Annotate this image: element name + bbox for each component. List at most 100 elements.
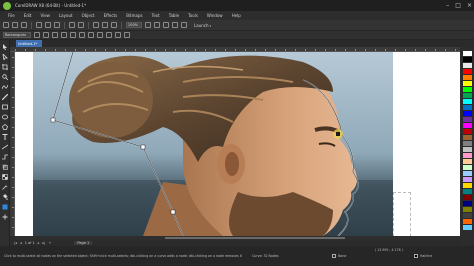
palette-swatch[interactable]: [463, 117, 472, 122]
options-icon[interactable]: [181, 22, 187, 28]
palette-swatch[interactable]: [463, 213, 472, 218]
to-curve-icon[interactable]: [79, 32, 85, 38]
to-line-icon[interactable]: [70, 32, 76, 38]
smart-fill-tool-icon[interactable]: [2, 204, 8, 210]
menu-effects[interactable]: Effects: [104, 13, 118, 18]
parallel-dimension-tool-icon[interactable]: [2, 144, 8, 150]
text-tool-icon[interactable]: [2, 134, 8, 140]
drawing-canvas[interactable]: [15, 52, 460, 236]
export-icon[interactable]: [102, 22, 108, 28]
palette-swatch[interactable]: [463, 99, 472, 104]
selection-mode-select[interactable]: Rectangular: [3, 32, 31, 38]
document-tab[interactable]: Untitled-1*: [16, 40, 42, 47]
add-page-icon[interactable]: +: [48, 241, 51, 245]
crop-tool-icon[interactable]: [2, 64, 8, 70]
palette-swatch[interactable]: [463, 75, 472, 80]
add-node-icon[interactable]: [34, 32, 40, 38]
drop-shadow-tool-icon[interactable]: [2, 164, 8, 170]
paste-icon[interactable]: [54, 22, 60, 28]
palette-swatch[interactable]: [463, 147, 472, 152]
menu-tools[interactable]: Tools: [188, 13, 198, 18]
snap-to-icon[interactable]: [172, 22, 178, 28]
last-page-icon[interactable]: ▸|: [43, 241, 46, 245]
connector-tool-icon[interactable]: [2, 154, 8, 160]
add-tool-icon[interactable]: [2, 214, 8, 220]
show-rulers-icon[interactable]: [154, 22, 160, 28]
import-icon[interactable]: [93, 22, 99, 28]
join-nodes-icon[interactable]: [52, 32, 58, 38]
palette-swatch[interactable]: [463, 189, 472, 194]
redo-icon[interactable]: [78, 22, 84, 28]
launch-button[interactable]: Launch: [194, 23, 211, 28]
menu-help[interactable]: Help: [232, 13, 241, 18]
palette-swatch[interactable]: [463, 81, 472, 86]
ellipse-tool-icon[interactable]: [2, 114, 8, 120]
menu-file[interactable]: File: [8, 13, 15, 18]
reverse-direction-icon[interactable]: [115, 32, 121, 38]
palette-swatch[interactable]: [463, 153, 472, 158]
palette-swatch[interactable]: [463, 159, 472, 164]
portrait-photo[interactable]: [33, 52, 393, 236]
palette-swatch[interactable]: [463, 129, 472, 134]
symmetrical-node-icon[interactable]: [106, 32, 112, 38]
interactive-fill-tool-icon[interactable]: [2, 194, 8, 200]
palette-swatch[interactable]: [463, 165, 472, 170]
fill-swatch[interactable]: [332, 254, 336, 258]
transparency-tool-icon[interactable]: [2, 174, 8, 180]
menu-window[interactable]: Window: [207, 13, 223, 18]
freehand-tool-icon[interactable]: [2, 84, 8, 90]
cusp-node-icon[interactable]: [88, 32, 94, 38]
palette-swatch[interactable]: [463, 141, 472, 146]
delete-node-icon[interactable]: [43, 32, 49, 38]
open-icon[interactable]: [12, 22, 18, 28]
rectangle-tool-icon[interactable]: [2, 104, 8, 110]
palette-swatch[interactable]: [463, 135, 472, 140]
cut-icon[interactable]: [36, 22, 42, 28]
save-icon[interactable]: [21, 22, 27, 28]
publish-pdf-icon[interactable]: [111, 22, 117, 28]
zoom-level-select[interactable]: 200%: [126, 22, 142, 28]
pick-tool-icon[interactable]: [2, 44, 8, 50]
break-curve-icon[interactable]: [61, 32, 67, 38]
new-document-icon[interactable]: [3, 22, 9, 28]
palette-swatch[interactable]: [463, 105, 472, 110]
close-icon[interactable]: ×: [467, 1, 472, 10]
first-page-icon[interactable]: |◂: [14, 241, 17, 245]
palette-swatch[interactable]: [463, 63, 472, 68]
maximize-icon[interactable]: □: [455, 1, 461, 10]
palette-swatch[interactable]: [463, 195, 472, 200]
page-tab[interactable]: Page 1: [74, 241, 93, 245]
show-grid-icon[interactable]: [163, 22, 169, 28]
undo-icon[interactable]: [69, 22, 75, 28]
menu-text[interactable]: Text: [152, 13, 160, 18]
palette-swatch[interactable]: [463, 207, 472, 212]
close-curve-icon[interactable]: [124, 32, 130, 38]
artistic-media-tool-icon[interactable]: [2, 94, 8, 100]
palette-swatch[interactable]: [463, 201, 472, 206]
palette-swatch[interactable]: [463, 57, 472, 62]
palette-swatch[interactable]: [463, 177, 472, 182]
next-page-icon[interactable]: ▸: [38, 241, 40, 245]
polygon-tool-icon[interactable]: [2, 124, 8, 130]
full-screen-icon[interactable]: [145, 22, 151, 28]
menu-object[interactable]: Object: [82, 13, 95, 18]
menu-layout[interactable]: Layout: [59, 13, 73, 18]
zoom-tool-icon[interactable]: [2, 74, 8, 80]
menu-table[interactable]: Table: [169, 13, 179, 18]
palette-swatch[interactable]: [463, 225, 472, 230]
smooth-node-icon[interactable]: [97, 32, 103, 38]
menu-edit[interactable]: Edit: [24, 13, 32, 18]
palette-swatch[interactable]: [463, 87, 472, 92]
color-eyedropper-tool-icon[interactable]: [2, 184, 8, 190]
minimize-icon[interactable]: –: [446, 1, 449, 10]
palette-swatch[interactable]: [463, 111, 472, 116]
menu-bitmaps[interactable]: Bitmaps: [126, 13, 142, 18]
palette-swatch[interactable]: [463, 123, 472, 128]
palette-swatch[interactable]: [463, 51, 472, 56]
palette-swatch[interactable]: [463, 93, 472, 98]
palette-swatch[interactable]: [463, 219, 472, 224]
shape-tool-icon[interactable]: [2, 54, 8, 60]
palette-swatch[interactable]: [463, 183, 472, 188]
palette-swatch[interactable]: [463, 69, 472, 74]
previous-page-icon[interactable]: ◂: [20, 241, 22, 245]
